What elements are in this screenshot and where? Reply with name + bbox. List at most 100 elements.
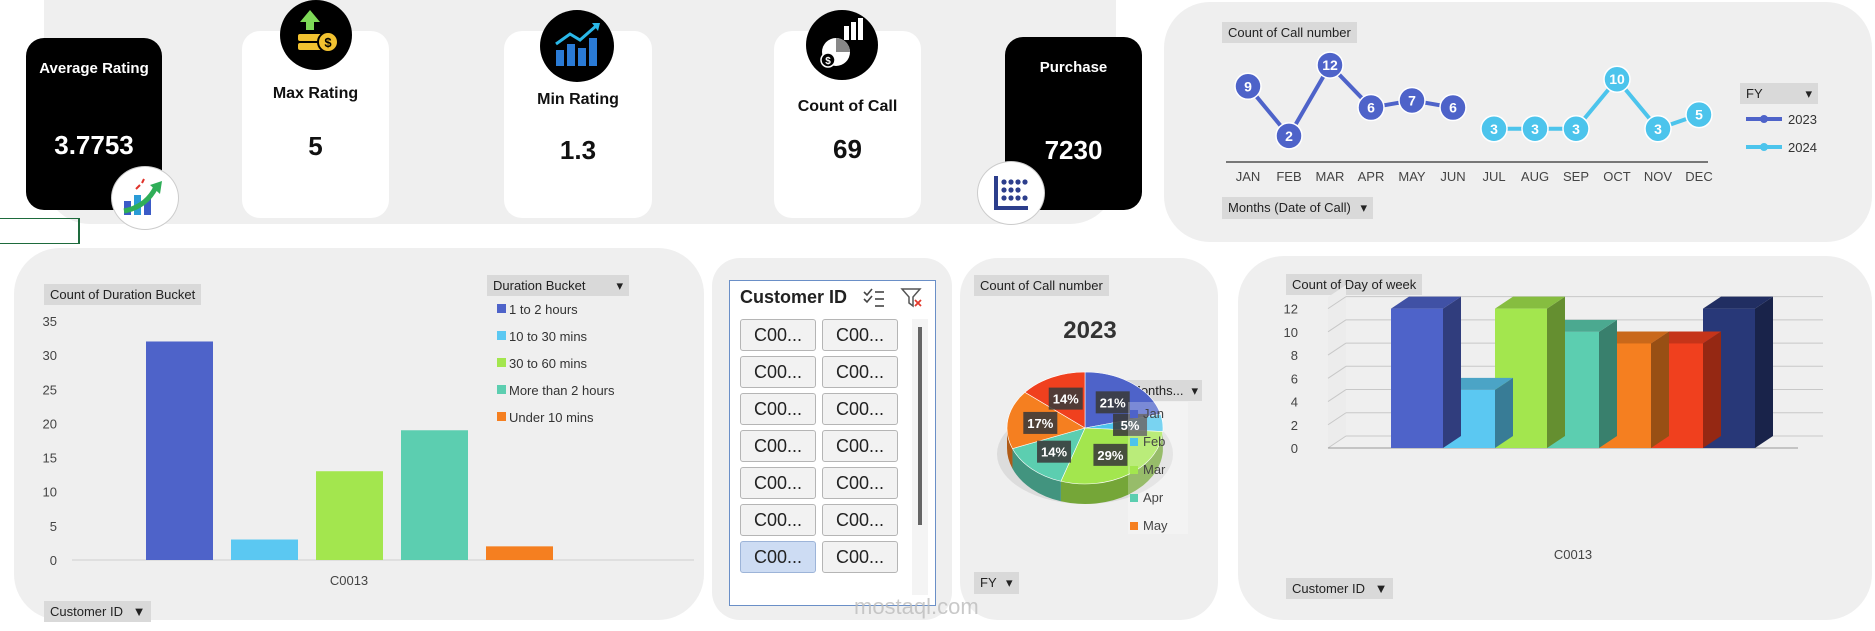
pie-data-label: 17%: [1027, 416, 1053, 431]
slicer-item[interactable]: C00...: [740, 541, 816, 573]
slicer-item[interactable]: C00...: [822, 504, 898, 536]
slicer-item[interactable]: C00...: [740, 319, 816, 351]
dow-y-tick-label: 10: [1284, 325, 1298, 340]
dow-bar-side: [1599, 319, 1617, 448]
pie-chart-icon: $: [806, 10, 878, 80]
legend-label: 2024: [1788, 140, 1817, 155]
line-x-tick-label: MAY: [1398, 169, 1426, 184]
legend-swatch: [1130, 438, 1138, 446]
slicer-item[interactable]: C00...: [822, 430, 898, 462]
svg-text:$: $: [825, 56, 831, 67]
line-data-label: 7: [1408, 92, 1416, 108]
pie-data-label: 14%: [1041, 445, 1067, 460]
slicer-item[interactable]: C00...: [822, 393, 898, 425]
duration-bar: [146, 341, 213, 560]
legend-label: Feb: [1143, 434, 1165, 449]
duration-y-tick-label: 35: [43, 314, 57, 329]
slicer-item[interactable]: C00...: [740, 393, 816, 425]
slicer-item[interactable]: C00...: [740, 356, 816, 388]
line-data-label: 10: [1609, 71, 1625, 87]
dow-bar-side: [1443, 296, 1461, 448]
line-x-tick-label: NOV: [1644, 169, 1673, 184]
duration-bar: [401, 430, 468, 560]
line-data-label: 5: [1695, 107, 1703, 123]
slicer-item[interactable]: C00...: [822, 319, 898, 351]
max-rating-value: 5: [308, 131, 323, 161]
slicer-item[interactable]: C00...: [822, 356, 898, 388]
average-rating-value: 3.7753: [54, 130, 134, 160]
min-rating-value: 1.3: [559, 135, 597, 165]
legend-label: Mar: [1143, 462, 1166, 477]
line-data-label: 12: [1322, 57, 1338, 73]
dow-bar: [1391, 308, 1443, 448]
legend-label: Under 10 mins: [509, 410, 594, 425]
count-of-call-value: 69: [833, 134, 862, 164]
duration-y-tick-label: 0: [50, 553, 57, 568]
max-rating-label: Max Rating: [272, 85, 359, 102]
dow-y-tick-label: 6: [1291, 371, 1298, 386]
duration-x-tick-label: C0013: [330, 573, 368, 588]
purchase-label: Purchase: [1039, 59, 1108, 76]
duration-bar: [316, 471, 383, 560]
legend-swatch: [497, 358, 506, 367]
slicer-item[interactable]: C00...: [740, 504, 816, 536]
legend-label: 1 to 2 hours: [509, 302, 578, 317]
money-stack-icon: $: [280, 0, 352, 70]
legend-marker: [1760, 143, 1768, 151]
dow-bar-side: [1495, 377, 1513, 448]
line-data-label: 6: [1367, 100, 1375, 116]
dow-y-tick-label: 2: [1291, 418, 1298, 433]
slicer-item[interactable]: C00...: [740, 467, 816, 499]
legend-swatch: [1130, 410, 1138, 418]
abacus-icon: [977, 161, 1045, 225]
pie-data-label: 21%: [1100, 395, 1126, 410]
line-x-tick-label: MAR: [1316, 169, 1345, 184]
count-of-call-label: Count of Call: [797, 98, 898, 115]
line-x-tick-label: FEB: [1276, 169, 1301, 184]
duration-y-tick-label: 10: [43, 485, 57, 500]
day-of-week-chart: 0 2 4 6 8 10 12 C0013: [1284, 285, 1823, 562]
svg-text:$: $: [324, 35, 332, 50]
legend-label: 10 to 30 mins: [509, 329, 588, 344]
line-x-tick-label: JAN: [1236, 169, 1261, 184]
duration-y-tick-label: 5: [50, 519, 57, 534]
legend-swatch: [497, 385, 506, 394]
slicer-scroll-thumb[interactable]: [918, 327, 922, 525]
line-x-tick-label: DEC: [1685, 169, 1712, 184]
legend-swatch: [1130, 494, 1138, 502]
duration-y-tick-label: 25: [43, 382, 57, 397]
line-data-label: 2: [1285, 128, 1293, 144]
legend-swatch: [1130, 522, 1138, 530]
pie-chart: 202321%5%29%14%17%14%JanFebMarAprMay: [997, 317, 1188, 534]
legend-swatch: [1130, 466, 1138, 474]
line-x-tick-label: SEP: [1563, 169, 1589, 184]
line-data-label: 3: [1531, 121, 1539, 137]
slicer-scrollbar[interactable]: [912, 319, 928, 595]
dow-y-tick-label: 4: [1291, 395, 1298, 410]
customer-slicer: Customer ID C00... C00... C00... C00... C00.…: [729, 280, 936, 606]
slicer-item[interactable]: C00...: [740, 430, 816, 462]
duration-y-tick-label: 20: [43, 416, 57, 431]
pie-data-label: 14%: [1053, 392, 1079, 407]
dow-bar-side: [1755, 296, 1773, 448]
line-data-label: 3: [1572, 121, 1580, 137]
legend-label: May: [1143, 518, 1168, 533]
slicer-item[interactable]: C00...: [822, 467, 898, 499]
slicer-item[interactable]: C00...: [822, 541, 898, 573]
legend-swatch: [497, 331, 506, 340]
pie-title: 2023: [1063, 317, 1116, 344]
legend-swatch: [497, 412, 506, 421]
dow-bar-side: [1547, 296, 1565, 448]
legend-label: More than 2 hours: [509, 383, 615, 398]
growth-chart-icon: [111, 166, 179, 230]
legend-label: Jan: [1143, 406, 1164, 421]
legend-marker: [1760, 115, 1768, 123]
legend-label: 30 to 60 mins: [509, 356, 588, 371]
dow-x-tick-label: C0013: [1554, 547, 1592, 562]
duration-y-tick-label: 30: [43, 348, 57, 363]
pie-data-label: 29%: [1097, 448, 1123, 463]
duration-bar: [486, 546, 553, 560]
dow-y-tick-label: 8: [1291, 348, 1298, 363]
slicer-items: C00... C00... C00... C00... C00... C00... C00.…: [730, 281, 935, 605]
bar-chart-icon: [540, 10, 614, 82]
